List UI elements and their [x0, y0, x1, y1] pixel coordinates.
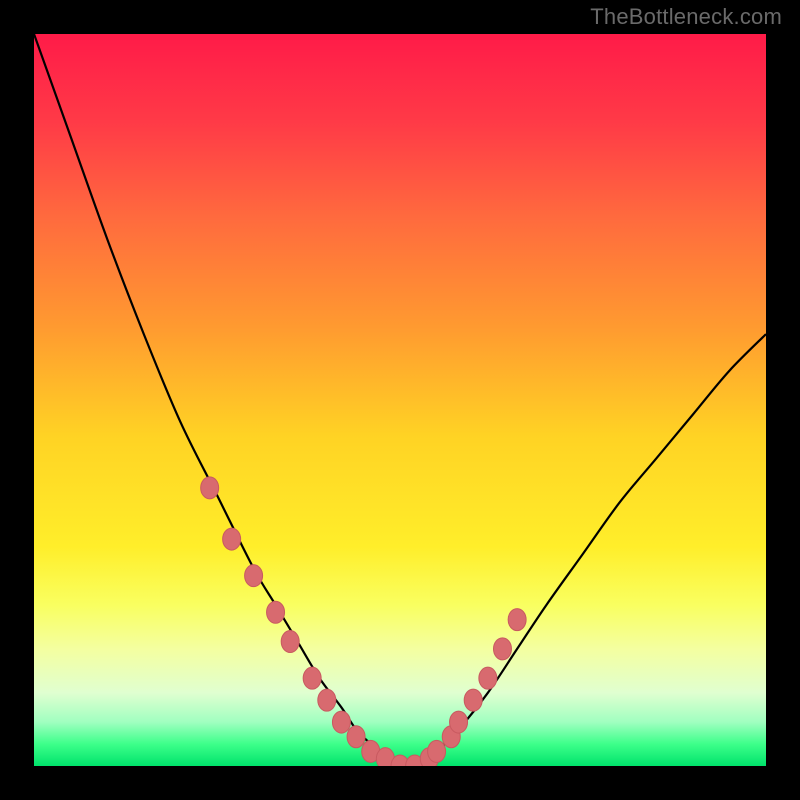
marker-point — [201, 477, 219, 499]
marker-point — [318, 689, 336, 711]
marker-point — [428, 740, 446, 762]
marker-point — [493, 638, 511, 660]
marker-point — [267, 601, 285, 623]
marker-group — [201, 477, 526, 766]
plot-area — [34, 34, 766, 766]
marker-point — [347, 726, 365, 748]
marker-point — [223, 528, 241, 550]
marker-point — [450, 711, 468, 733]
marker-point — [508, 609, 526, 631]
marker-point — [464, 689, 482, 711]
marker-point — [303, 667, 321, 689]
marker-point — [332, 711, 350, 733]
marker-point — [281, 631, 299, 653]
watermark-text: TheBottleneck.com — [590, 4, 782, 30]
marker-point — [245, 565, 263, 587]
chart-svg — [34, 34, 766, 766]
bottleneck-curve — [34, 34, 766, 766]
marker-point — [479, 667, 497, 689]
chart-frame: TheBottleneck.com — [0, 0, 800, 800]
